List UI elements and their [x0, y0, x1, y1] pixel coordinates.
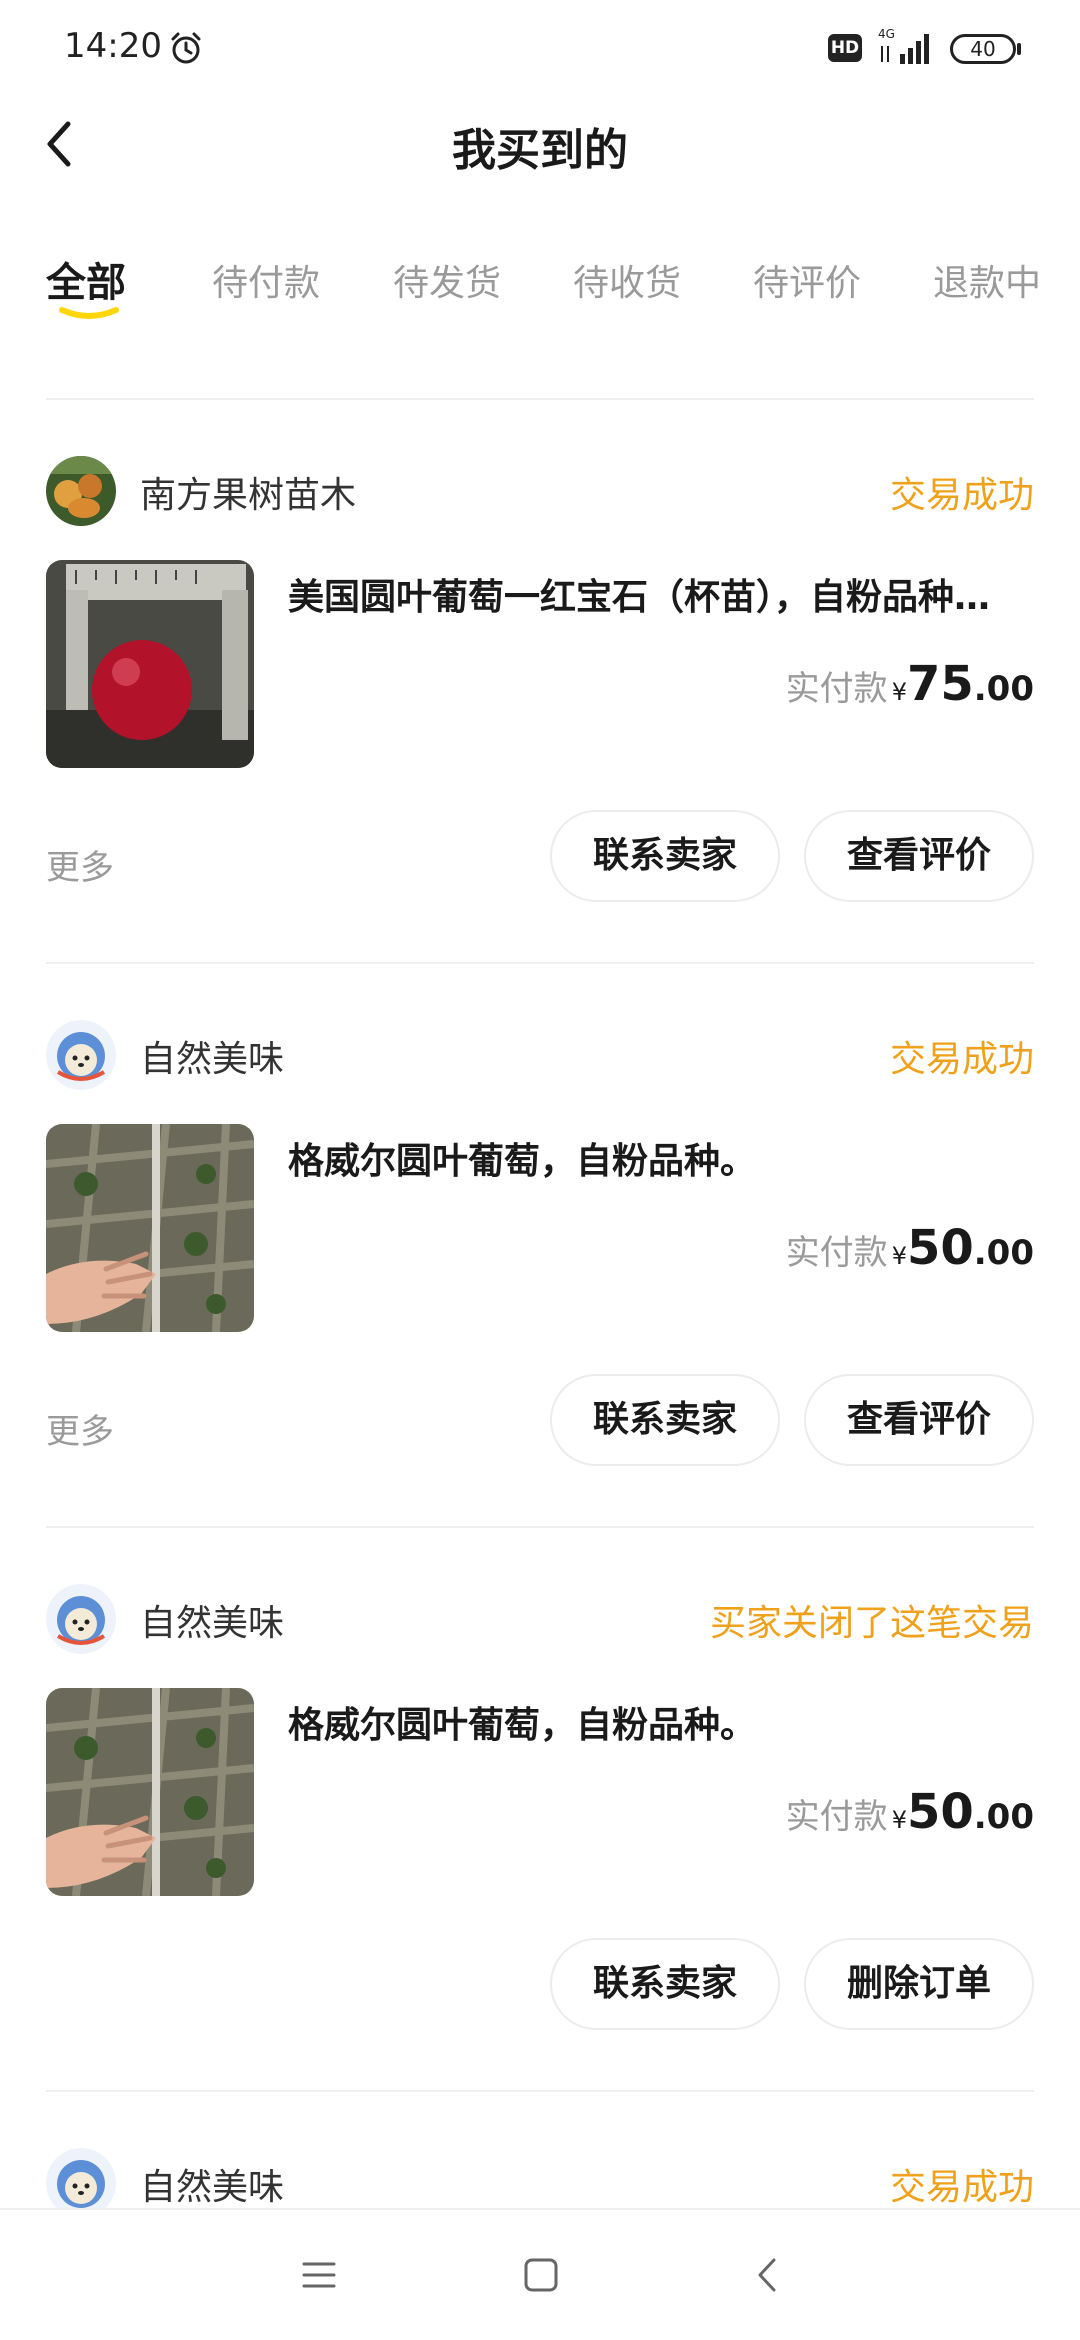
divider — [46, 1526, 1034, 1528]
page-title: 我买到的 — [452, 125, 628, 176]
price-integer: 75 — [906, 656, 974, 712]
product-thumbnail[interactable] — [46, 560, 254, 768]
order-status: 交易成功 — [889, 475, 1034, 516]
order-card[interactable]: 自然美味 交易成功 格威尔圆叶葡萄，自粉品种。 实付款 ¥50.00 更多 联系卖… — [0, 984, 1080, 1544]
hd-badge: HD — [828, 34, 862, 62]
paid-label: 实付款 — [785, 1233, 888, 1273]
order-card[interactable]: 自然美味 买家关闭了这笔交易 格威尔圆叶葡萄，自粉品种。 实付款 ¥50.00 联… — [0, 1548, 1080, 2108]
shop-avatar[interactable] — [46, 456, 116, 526]
shop-name[interactable]: 自然美味 — [140, 1594, 284, 1646]
price-decimal: .00 — [973, 669, 1034, 709]
paid-amount: 实付款 ¥50.00 — [786, 1784, 1034, 1844]
status-bar: 14:20 HD 4G 40 — [0, 0, 1080, 100]
order-status: 交易成功 — [889, 1039, 1034, 1080]
view-review-button[interactable]: 查看评价 — [804, 1374, 1034, 1466]
tab-pending-payment[interactable]: 待付款 — [212, 254, 320, 306]
svg-text:4G: 4G — [878, 27, 895, 41]
currency-symbol: ¥ — [891, 678, 907, 706]
menu-icon[interactable] — [294, 2250, 344, 2300]
product-title[interactable]: 格威尔圆叶葡萄，自粉品种。 — [288, 1696, 1034, 1748]
top-app-bar: 我买到的 — [0, 100, 1080, 190]
order-card[interactable]: 自然美味 交易成功 — [0, 2112, 1080, 2208]
tab-refunding[interactable]: 退款中 — [933, 254, 1041, 306]
shop-avatar[interactable] — [46, 2148, 116, 2208]
shop-name[interactable]: 南方果树苗木 — [140, 466, 356, 518]
tab-all[interactable]: 全部 — [46, 250, 126, 308]
back-triangle-icon[interactable] — [744, 2250, 794, 2300]
contact-seller-button[interactable]: 联系卖家 — [550, 1938, 780, 2030]
price-integer: 50 — [906, 1220, 974, 1276]
order-card[interactable]: 南方果树苗木 交易成功 美国圆叶葡萄一红宝石（杯苗），自粉品种… 实付款 ¥75.… — [0, 420, 1080, 980]
view-review-button[interactable]: 查看评价 — [804, 810, 1034, 902]
alarm-clock-icon — [171, 32, 201, 64]
system-navigation-bar — [0, 2208, 1080, 2340]
status-time: 14:20 — [64, 26, 162, 66]
battery-cap — [1017, 43, 1021, 55]
shop-avatar[interactable] — [46, 1584, 116, 1654]
tab-pending-review[interactable]: 待评价 — [753, 254, 861, 306]
contact-seller-button[interactable]: 联系卖家 — [550, 1374, 780, 1466]
shop-avatar[interactable] — [46, 1020, 116, 1090]
signal-icon: 4G — [878, 27, 929, 64]
contact-seller-button[interactable]: 联系卖家 — [550, 810, 780, 902]
shop-name[interactable]: 自然美味 — [140, 2158, 284, 2208]
price-decimal: .00 — [973, 1233, 1034, 1273]
divider — [46, 398, 1034, 400]
divider — [46, 2090, 1034, 2092]
currency-symbol: ¥ — [891, 1806, 907, 1834]
delete-order-button[interactable]: 删除订单 — [804, 1938, 1034, 2030]
currency-symbol: ¥ — [891, 1242, 907, 1270]
price-decimal: .00 — [973, 1797, 1034, 1837]
divider — [46, 962, 1034, 964]
order-tabs: 全部 待付款 待发货 待收货 待评价 退款中 — [0, 240, 1080, 340]
order-status: 买家关闭了这笔交易 — [709, 1603, 1034, 1644]
battery-indicator: 40 — [950, 34, 1016, 64]
shop-name[interactable]: 自然美味 — [140, 1030, 284, 1082]
price-integer: 50 — [906, 1784, 974, 1840]
product-title[interactable]: 格威尔圆叶葡萄，自粉品种。 — [288, 1132, 1034, 1184]
paid-amount: 实付款 ¥75.00 — [786, 656, 1034, 716]
tab-pending-shipment[interactable]: 待发货 — [393, 254, 501, 306]
product-thumbnail[interactable] — [46, 1688, 254, 1896]
more-link[interactable]: 更多 — [46, 1404, 114, 1453]
active-tab-indicator — [59, 307, 119, 319]
home-square-icon[interactable] — [516, 2250, 566, 2300]
paid-label: 实付款 — [785, 1797, 888, 1837]
product-title[interactable]: 美国圆叶葡萄一红宝石（杯苗），自粉品种… — [288, 568, 1034, 620]
paid-label: 实付款 — [785, 669, 888, 709]
product-thumbnail[interactable] — [46, 1124, 254, 1332]
order-status: 交易成功 — [889, 2167, 1034, 2208]
paid-amount: 实付款 ¥50.00 — [786, 1220, 1034, 1280]
more-link[interactable]: 更多 — [46, 840, 114, 889]
tab-pending-receipt[interactable]: 待收货 — [573, 254, 681, 306]
